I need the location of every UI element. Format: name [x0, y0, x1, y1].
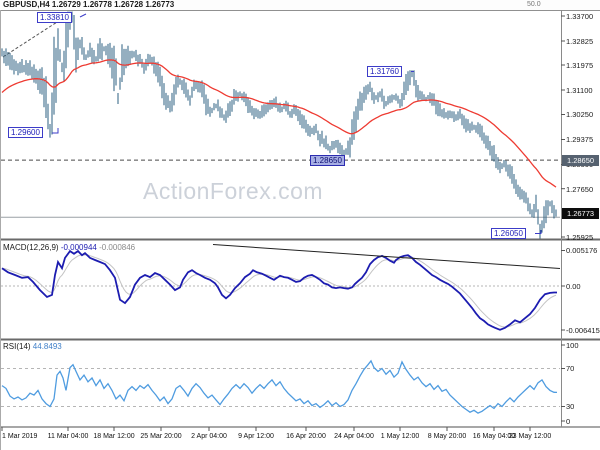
price-axis-tick: 1.30250	[566, 110, 594, 119]
macd-axis-tick: 0.005176	[566, 246, 598, 255]
time-axis-label: 2 Apr 04:00	[191, 433, 227, 440]
price-axis-tick: 1.31975	[566, 61, 594, 70]
price-axis-tick: 1.25925	[566, 233, 594, 242]
annotation-label-support-selected[interactable]: 1.28650	[310, 155, 345, 166]
time-axis-label: 25 Mar 20:00	[140, 433, 182, 440]
macd-axis-tick: 0.00	[566, 282, 581, 291]
chart-window: GBPUSD,H4 1.26729 1.26778 1.26728 1.2677…	[0, 0, 600, 450]
current-price-badge: 1.26773	[562, 208, 599, 219]
price-axis-tick: 1.33700	[566, 12, 594, 21]
rsi-pane-label: RSI(14) 44.8493	[3, 342, 62, 351]
time-axis-label: 16 Apr 20:00	[286, 433, 326, 440]
price-axis-tick: 1.32825	[566, 37, 594, 46]
symbol-ohlc-title: GBPUSD,H4 1.26729 1.26778 1.26728 1.2677…	[3, 0, 175, 9]
rsi-axis-tick: 70	[566, 364, 575, 373]
time-axis-label: 1 Mar 2019	[2, 433, 38, 440]
time-axis-label: 8 May 20:00	[427, 433, 467, 440]
rsi-axis-tick: 30	[566, 402, 575, 411]
rsi-value: 44.8493	[32, 342, 62, 351]
rsi-axis-tick: 100	[566, 341, 579, 350]
macd-axis-tick: -0.006415	[566, 326, 600, 335]
time-axis-label: 11 Mar 04:00	[47, 433, 89, 440]
annotation-label-low[interactable]: 1.29600	[8, 127, 43, 138]
price-axis-tick: 1.29375	[566, 135, 594, 144]
rsi-name: RSI(14)	[3, 342, 31, 351]
level-price-badge: 1.28650	[562, 154, 599, 166]
price-axis-tick: 1.31100	[566, 86, 593, 95]
macd-signal-value: -0.000846	[99, 243, 136, 252]
rsi-axis-tick: 0	[566, 417, 571, 426]
price-axis-tick: 1.27650	[566, 185, 594, 194]
time-axis-label: 9 Apr 12:00	[238, 433, 274, 440]
grid-level-label: 50.0	[527, 1, 541, 8]
chart-canvas[interactable]	[0, 0, 600, 450]
time-axis-label: 18 Mar 12:00	[93, 433, 135, 440]
macd-main-value: -0.000944	[60, 243, 97, 252]
annotation-label-high[interactable]: 1.33810	[37, 12, 72, 23]
time-axis-label: 1 May 12:00	[380, 433, 420, 440]
annotation-label-peak[interactable]: 1.31760	[367, 66, 402, 77]
time-axis-label: 24 Apr 04:00	[334, 433, 374, 440]
annotation-label-bottom[interactable]: 1.26050	[491, 228, 526, 239]
watermark: ActionForex.com	[143, 178, 324, 204]
macd-name: MACD(12,26,9)	[3, 243, 59, 252]
macd-pane-label: MACD(12,26,9) -0.000944 -0.000846	[3, 243, 135, 252]
time-axis-label: 23 May 12:00	[508, 433, 552, 440]
